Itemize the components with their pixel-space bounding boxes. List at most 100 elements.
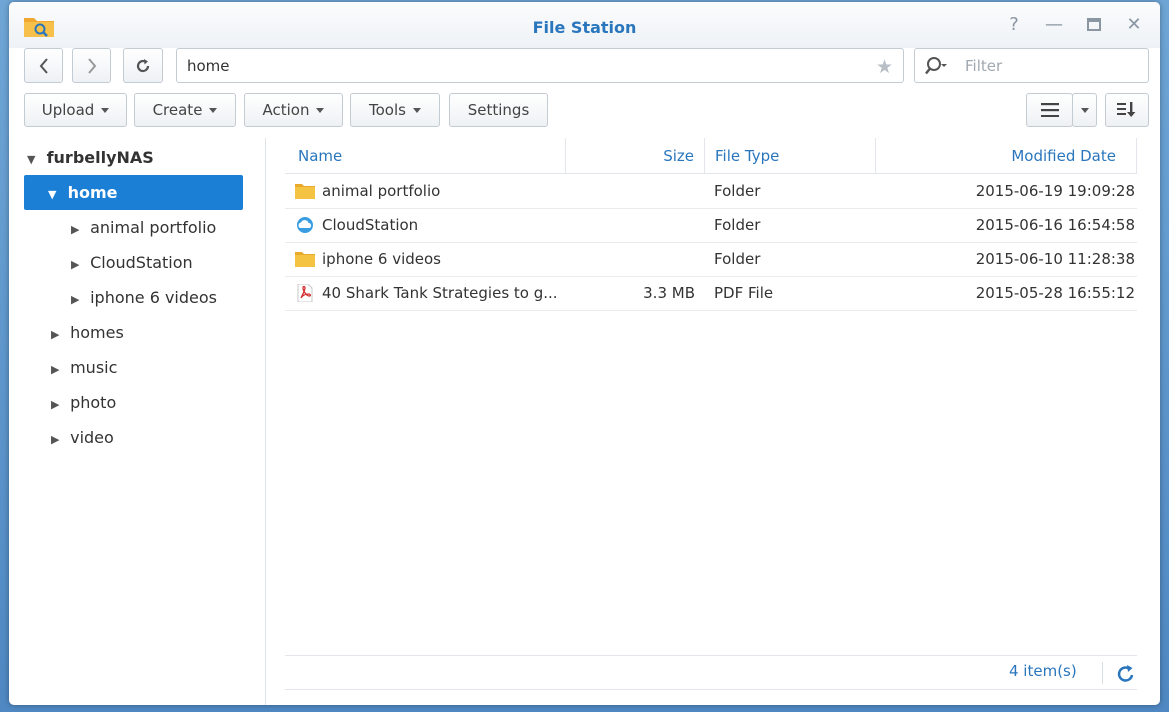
back-button[interactable] — [24, 48, 63, 83]
tree-item-label: homes — [70, 323, 124, 342]
tree-item-homes[interactable]: ▶ homes — [51, 315, 124, 350]
file-type: Folder — [714, 182, 761, 200]
table-row[interactable]: animal portfolio Folder 2015-06-19 19:09… — [285, 174, 1137, 209]
refresh-button[interactable] — [123, 48, 163, 83]
file-size — [566, 174, 705, 208]
caret-down-icon — [412, 108, 421, 113]
tools-label: Tools — [369, 101, 406, 119]
filter-input[interactable] — [963, 53, 1137, 79]
chevron-left-icon — [39, 58, 48, 74]
tree-item-label: video — [70, 428, 114, 447]
tree-item-label: iphone 6 videos — [90, 288, 217, 307]
column-header-file-type[interactable]: File Type — [705, 138, 876, 174]
footer-divider — [285, 655, 1137, 656]
expanded-arrow-icon: ▼ — [48, 188, 57, 201]
tree-item-animal-portfolio[interactable]: ▶ animal portfolio — [71, 210, 216, 245]
tree-item-home[interactable]: ▼ home — [24, 175, 243, 210]
file-size: 3.3 MB — [643, 284, 695, 302]
star-icon[interactable]: ★ — [876, 56, 893, 78]
tree-item-label: music — [70, 358, 118, 377]
create-button[interactable]: Create — [134, 93, 236, 127]
folder-icon — [295, 252, 315, 267]
path-bar[interactable]: home ★ — [176, 48, 904, 83]
view-dropdown-button[interactable] — [1072, 93, 1097, 127]
tree-item-label: photo — [70, 393, 117, 412]
sort-icon — [1117, 102, 1136, 117]
chevron-right-icon — [87, 58, 96, 74]
list-view-button[interactable] — [1026, 93, 1073, 127]
path-text: home — [187, 57, 230, 75]
create-label: Create — [152, 101, 203, 119]
help-icon[interactable]: ? — [1003, 14, 1025, 36]
tools-button[interactable]: Tools — [350, 93, 440, 127]
collapsed-arrow-icon: ▶ — [51, 363, 60, 376]
upload-button[interactable]: Upload — [24, 93, 127, 127]
tree-item-label: CloudStation — [90, 253, 193, 272]
caret-down-icon — [101, 108, 110, 113]
footer-bottom-divider — [285, 689, 1137, 690]
tree-item-video[interactable]: ▶ video — [51, 420, 114, 455]
tree-item-label: home — [67, 183, 118, 202]
file-type: PDF File — [714, 284, 774, 302]
file-name: iphone 6 videos — [322, 250, 441, 268]
column-header-name[interactable]: Name — [285, 138, 566, 174]
item-count: 4 item(s) — [1009, 662, 1077, 680]
expanded-arrow-icon: ▼ — [27, 153, 36, 166]
file-modified: 2015-06-10 11:28:38 — [975, 250, 1135, 268]
table-row[interactable]: CloudStation Folder 2015-06-16 16:54:58 — [285, 208, 1137, 243]
window-title: File Station — [532, 18, 637, 37]
file-modified: 2015-06-16 16:54:58 — [975, 216, 1135, 234]
tree-item-photo[interactable]: ▶ photo — [51, 385, 116, 420]
caret-down-icon — [1080, 108, 1089, 113]
tree-root-label: furbellyNAS — [46, 148, 154, 167]
pdf-icon — [297, 284, 313, 302]
upload-label: Upload — [41, 101, 95, 119]
collapsed-arrow-icon: ▶ — [71, 258, 80, 271]
folder-icon — [295, 184, 315, 199]
collapsed-arrow-icon: ▶ — [51, 433, 60, 446]
tree-item-label: animal portfolio — [90, 218, 217, 237]
footer-separator — [1102, 662, 1103, 684]
collapsed-arrow-icon: ▶ — [71, 223, 80, 236]
caret-down-icon — [316, 108, 325, 113]
collapsed-arrow-icon: ▶ — [71, 293, 80, 306]
column-header-size[interactable]: Size — [566, 138, 705, 174]
file-station-window: File Station ? — ✕ home ★ Upload Create … — [9, 2, 1160, 705]
table-row[interactable]: 40 Shark Tank Strategies to g... 3.3 MB … — [285, 276, 1137, 311]
file-name: animal portfolio — [322, 182, 441, 200]
tree-item-cloudstation[interactable]: ▶ CloudStation — [71, 245, 193, 280]
action-button[interactable]: Action — [244, 93, 343, 127]
search-icon[interactable] — [925, 56, 947, 76]
filter-box[interactable] — [914, 48, 1149, 83]
sort-button[interactable] — [1105, 93, 1149, 127]
collapsed-arrow-icon: ▶ — [51, 328, 60, 341]
tree-item-music[interactable]: ▶ music — [51, 350, 117, 385]
tree-item-iphone-6-videos[interactable]: ▶ iphone 6 videos — [71, 280, 217, 315]
minimize-icon[interactable]: — — [1043, 14, 1065, 36]
file-modified: 2015-06-19 19:09:28 — [975, 182, 1135, 200]
caret-down-icon — [209, 108, 218, 113]
refresh-icon — [136, 59, 150, 73]
close-icon[interactable]: ✕ — [1123, 14, 1145, 36]
list-view-icon — [1040, 103, 1059, 118]
settings-button[interactable]: Settings — [449, 93, 548, 127]
maximize-icon[interactable] — [1083, 14, 1105, 36]
forward-button[interactable] — [72, 48, 111, 83]
file-name: CloudStation — [322, 216, 419, 234]
file-type: Folder — [714, 216, 761, 234]
settings-label: Settings — [467, 101, 530, 119]
file-size — [566, 242, 705, 276]
folder-tree: ▼ furbellyNAS ▼ home ▶ animal portfolio … — [9, 138, 266, 705]
column-header-modified-date[interactable]: Modified Date — [876, 138, 1137, 174]
tree-root[interactable]: ▼ furbellyNAS — [27, 140, 154, 175]
action-label: Action — [262, 101, 310, 119]
file-size — [566, 208, 705, 242]
file-type: Folder — [714, 250, 761, 268]
file-name: 40 Shark Tank Strategies to g... — [322, 284, 558, 302]
title-bar: File Station ? — ✕ — [9, 2, 1160, 48]
refresh-icon[interactable] — [1115, 663, 1137, 685]
cloud-folder-icon — [297, 217, 313, 233]
collapsed-arrow-icon: ▶ — [51, 398, 60, 411]
file-modified: 2015-05-28 16:55:12 — [975, 284, 1135, 302]
table-row[interactable]: iphone 6 videos Folder 2015-06-10 11:28:… — [285, 242, 1137, 277]
